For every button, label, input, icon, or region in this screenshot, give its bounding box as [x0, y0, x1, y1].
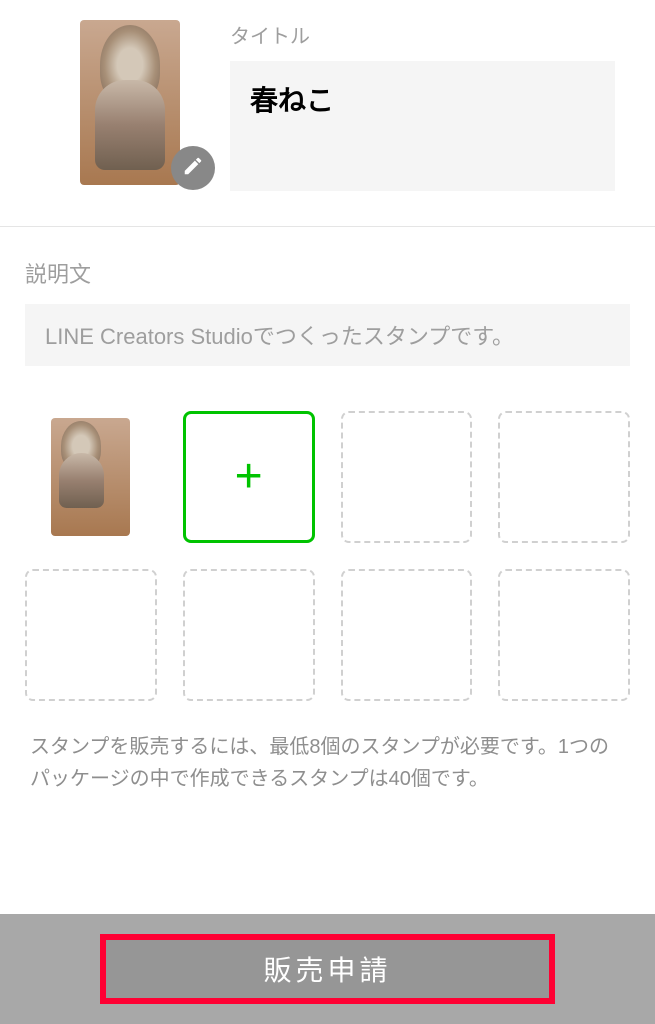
- title-input[interactable]: 春ねこ: [230, 61, 615, 191]
- header-section: タイトル 春ねこ: [0, 0, 655, 226]
- stamp-slot-empty: [498, 411, 630, 543]
- main-stamp-image[interactable]: [80, 20, 180, 185]
- stamp-slot-empty: [341, 411, 473, 543]
- stamp-slot-1[interactable]: [25, 411, 157, 543]
- description-label: 説明文: [25, 257, 630, 289]
- submit-button[interactable]: 販売申請: [100, 934, 555, 1004]
- plus-icon: +: [235, 453, 263, 501]
- main-image-wrapper: [80, 20, 200, 185]
- help-text: スタンプを販売するには、最低8個のスタンプが必要です。1つのパッケージの中で作成…: [0, 721, 655, 805]
- description-section: 説明文: [0, 227, 655, 386]
- footer-bar: 販売申請: [0, 914, 655, 1024]
- stamps-grid: +: [0, 386, 655, 721]
- add-stamp-button[interactable]: +: [183, 411, 315, 543]
- stamp-slot-empty: [183, 569, 315, 701]
- stamp-slot-empty: [498, 569, 630, 701]
- title-label: タイトル: [230, 20, 615, 49]
- pencil-icon: [182, 155, 204, 182]
- stamp-slot-empty: [25, 569, 157, 701]
- edit-image-button[interactable]: [171, 146, 215, 190]
- description-input[interactable]: [25, 304, 630, 366]
- title-section: タイトル 春ねこ: [230, 20, 635, 196]
- stamp-slot-empty: [341, 569, 473, 701]
